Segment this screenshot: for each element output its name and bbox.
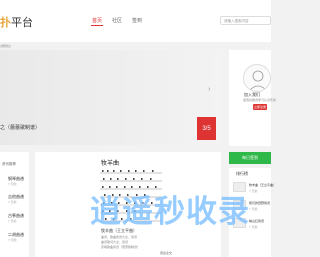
- ranking-item-date: 7 天前: [249, 225, 258, 229]
- banner-title[interactable]: 之（蕾蕾歌制谱）: [0, 124, 40, 131]
- ranking-item[interactable]: 我们的田野简谱: [249, 201, 270, 205]
- article-desc-line: 曲谱歌词大全，简谱: [101, 240, 129, 244]
- article-desc-line: 原唱歌曲简谱（蕾蕾歌制谱）: [101, 245, 141, 249]
- ranking-item[interactable]: 映山红简谱: [249, 219, 264, 223]
- list-item-date: 7 天前: [8, 219, 17, 223]
- ranking-title: 排行榜: [236, 171, 248, 176]
- ranking-item-date: 7 天前: [249, 207, 258, 211]
- nav-home[interactable]: 首页: [92, 17, 102, 24]
- left-panel-title: 资讯推荐: [2, 162, 16, 166]
- logo-text-accent: 扑: [0, 17, 11, 29]
- list-item-date: 7 天前: [8, 182, 17, 186]
- logo-text-post: 平台: [11, 17, 33, 29]
- register-button[interactable]: 立即注册: [253, 104, 267, 110]
- list-item-date: 7 天前: [8, 200, 17, 204]
- score-title: 牧羊曲: [101, 160, 120, 167]
- join-subtitle: 发现好歌谱学习认识乐友: [243, 98, 277, 102]
- ranking-item-date: 7 天前: [249, 189, 258, 193]
- site-logo[interactable]: 扑平台: [0, 14, 33, 30]
- article-desc-line: 曲谱，歌曲简谱大全，简谱: [101, 235, 138, 239]
- notice-bar: (通知栏): [0, 44, 11, 48]
- avatar-icon: [243, 64, 271, 92]
- banner-counter: 3/5: [197, 117, 216, 140]
- nav-checkin[interactable]: 签到: [132, 17, 142, 24]
- read-more-link[interactable]: 阅读全文: [160, 251, 172, 255]
- watermark-text: 逍遥秒收录: [90, 194, 250, 230]
- ranking-item[interactable]: 牧羊曲（王立平曲）: [249, 183, 276, 187]
- nav-community[interactable]: 社区: [112, 17, 122, 24]
- nav-active-indicator: [91, 25, 103, 26]
- list-item-date: 7 天前: [8, 238, 17, 242]
- search-input[interactable]: 请输入搜索内容: [220, 16, 271, 25]
- chevron-right-icon[interactable]: ›: [208, 86, 216, 96]
- daily-checkin-button[interactable]: 每日签到: [229, 152, 271, 164]
